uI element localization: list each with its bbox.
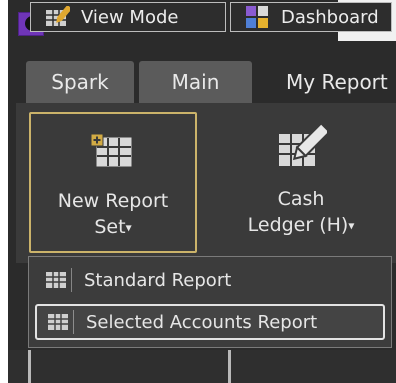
view-mode-label: View Mode <box>81 6 179 28</box>
new-report-dropdown-menu: Standard Report Selected Accounts Report <box>28 256 392 348</box>
tab-my-report[interactable]: My Report <box>286 61 396 103</box>
tab-spark-label: Spark <box>51 70 109 94</box>
table-icon <box>43 310 74 334</box>
toolbar-separator <box>228 350 231 383</box>
dashboard-label: Dashboard <box>281 6 379 28</box>
menu-item-label: Selected Accounts Report <box>86 311 318 333</box>
menu-item-standard-report[interactable]: Standard Report <box>35 262 385 298</box>
chevron-down-icon: ▾ <box>348 218 355 233</box>
view-mode-icon <box>43 5 71 29</box>
new-report-label-line1: New Report <box>57 190 169 212</box>
cash-label-line1: Cash <box>277 188 325 210</box>
ribbon-left-strip <box>8 103 16 350</box>
view-mode-button[interactable]: View Mode <box>30 2 226 32</box>
app-window: Spark Main My Report New Report Set▾ Cas… <box>8 0 396 383</box>
bottom-toolbar <box>8 350 396 383</box>
dashboard-icon <box>243 5 271 29</box>
new-report-set-button[interactable]: New Report Set▾ <box>29 112 197 253</box>
cash-label-line2: Ledger (H) <box>247 214 349 236</box>
new-report-label-line2: Set <box>94 216 126 238</box>
table-add-icon <box>91 134 132 167</box>
tab-main-label: Main <box>171 70 220 94</box>
tab-my-report-label: My Report <box>286 70 388 94</box>
menu-item-selected-accounts-report[interactable]: Selected Accounts Report <box>35 304 385 340</box>
cash-ledger-button[interactable]: Cash Ledger (H)▾ <box>228 112 374 253</box>
tab-spark[interactable]: Spark <box>26 61 134 103</box>
toolbar-separator <box>28 350 31 383</box>
dashboard-button[interactable]: Dashboard <box>230 2 392 32</box>
chevron-down-icon: ▾ <box>125 220 132 235</box>
menu-item-label: Standard Report <box>84 269 232 291</box>
tab-main[interactable]: Main <box>139 61 252 103</box>
ledger-pencil-icon <box>279 124 327 166</box>
table-icon <box>41 268 72 292</box>
